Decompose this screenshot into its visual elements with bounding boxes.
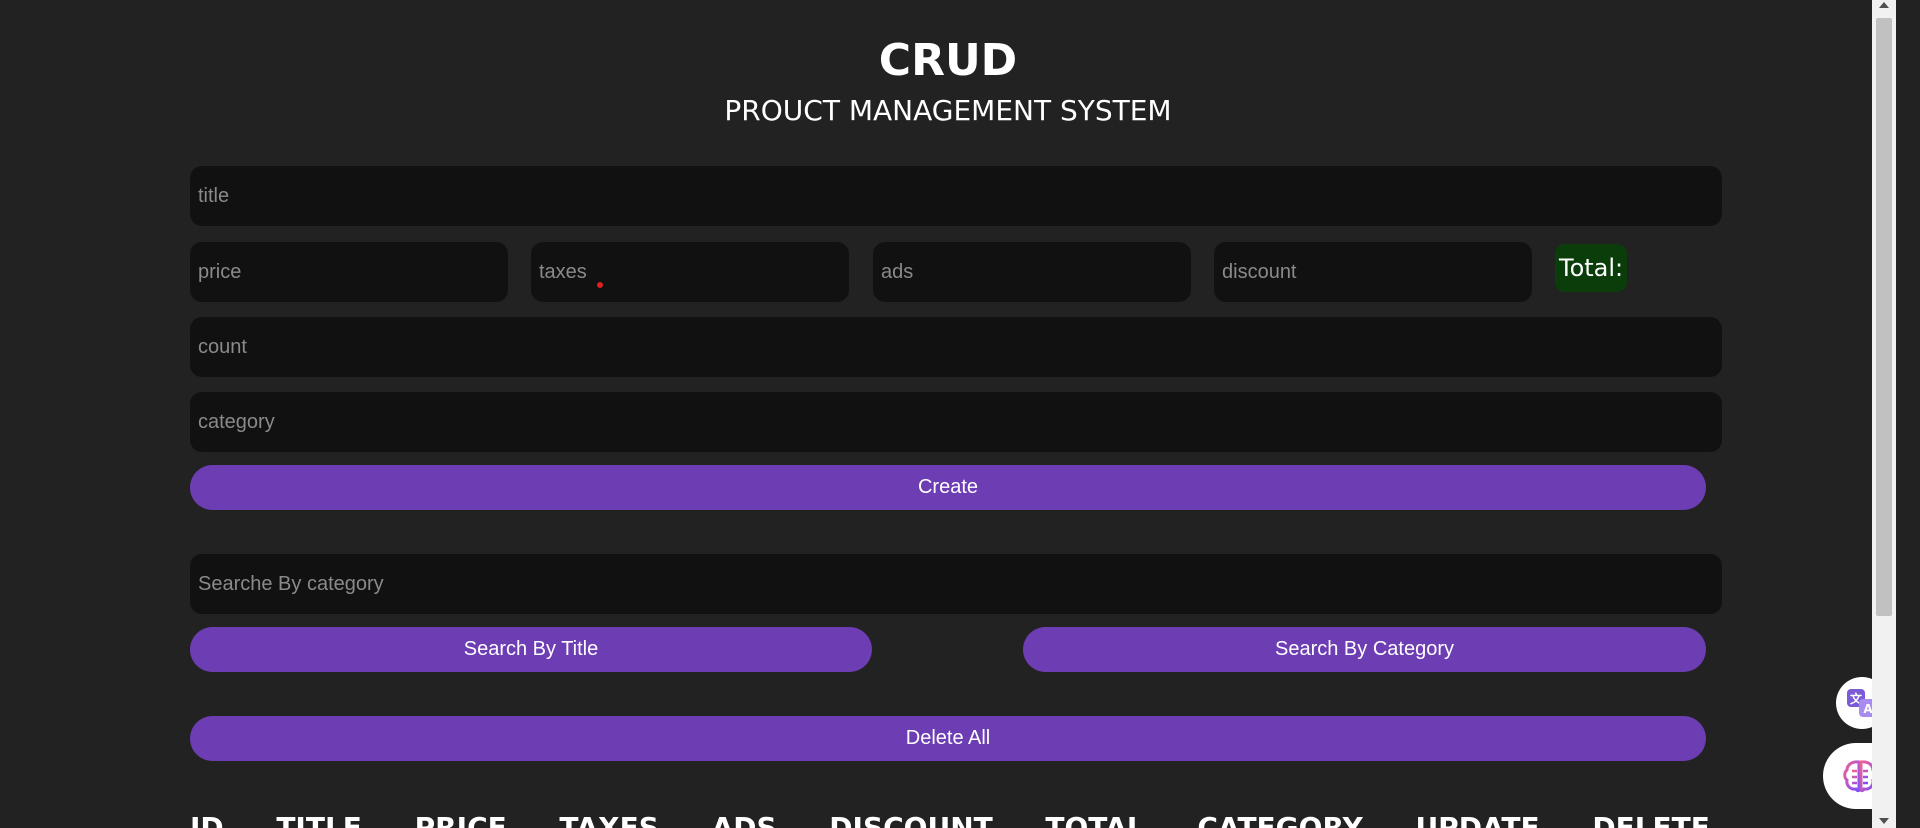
page-subtitle: PROUCT MANAGEMENT SYSTEM <box>724 94 1172 127</box>
total-display: Total: <box>1555 244 1628 292</box>
header: CRUD PROUCT MANAGEMENT SYSTEM <box>0 32 1896 130</box>
create-button[interactable]: Create <box>190 465 1706 510</box>
price-input[interactable] <box>190 242 508 302</box>
discount-input[interactable] <box>1214 242 1532 302</box>
table-header: ID TITLE PRICE TAXES ADS DISCOUNT TOTAL … <box>190 808 1710 828</box>
ads-input[interactable] <box>873 242 1191 302</box>
title-input[interactable] <box>190 166 1722 226</box>
column-header-id: ID <box>190 811 224 828</box>
column-header-category: CATEGORY <box>1197 811 1363 828</box>
column-header-title: TITLE <box>276 811 362 828</box>
scrollbar[interactable] <box>1872 0 1896 828</box>
delete-all-button[interactable]: Delete All <box>190 716 1706 761</box>
cursor-dot <box>597 282 603 288</box>
column-header-discount: DISCOUNT <box>829 811 993 828</box>
scroll-up-arrow-icon[interactable] <box>1879 2 1889 8</box>
page-title: CRUD <box>878 35 1018 86</box>
column-header-update: UPDATE <box>1415 811 1540 828</box>
scroll-down-arrow-icon[interactable] <box>1879 818 1889 824</box>
search-by-title-button[interactable]: Search By Title <box>190 627 872 672</box>
category-input[interactable] <box>190 392 1722 452</box>
scrollbar-thumb[interactable] <box>1876 18 1892 616</box>
page: CRUD PROUCT MANAGEMENT SYSTEM Total: Cre… <box>0 0 1896 828</box>
column-header-price: PRICE <box>414 811 507 828</box>
search-by-category-button[interactable]: Search By Category <box>1023 627 1706 672</box>
column-header-taxes: TAXES <box>559 811 659 828</box>
count-input[interactable] <box>190 317 1722 377</box>
column-header-total: TOTAL <box>1045 811 1145 828</box>
search-input[interactable] <box>190 554 1722 614</box>
column-header-delete: DELETE <box>1592 811 1710 828</box>
taxes-input[interactable] <box>531 242 849 302</box>
column-header-ads: ADS <box>711 811 777 828</box>
